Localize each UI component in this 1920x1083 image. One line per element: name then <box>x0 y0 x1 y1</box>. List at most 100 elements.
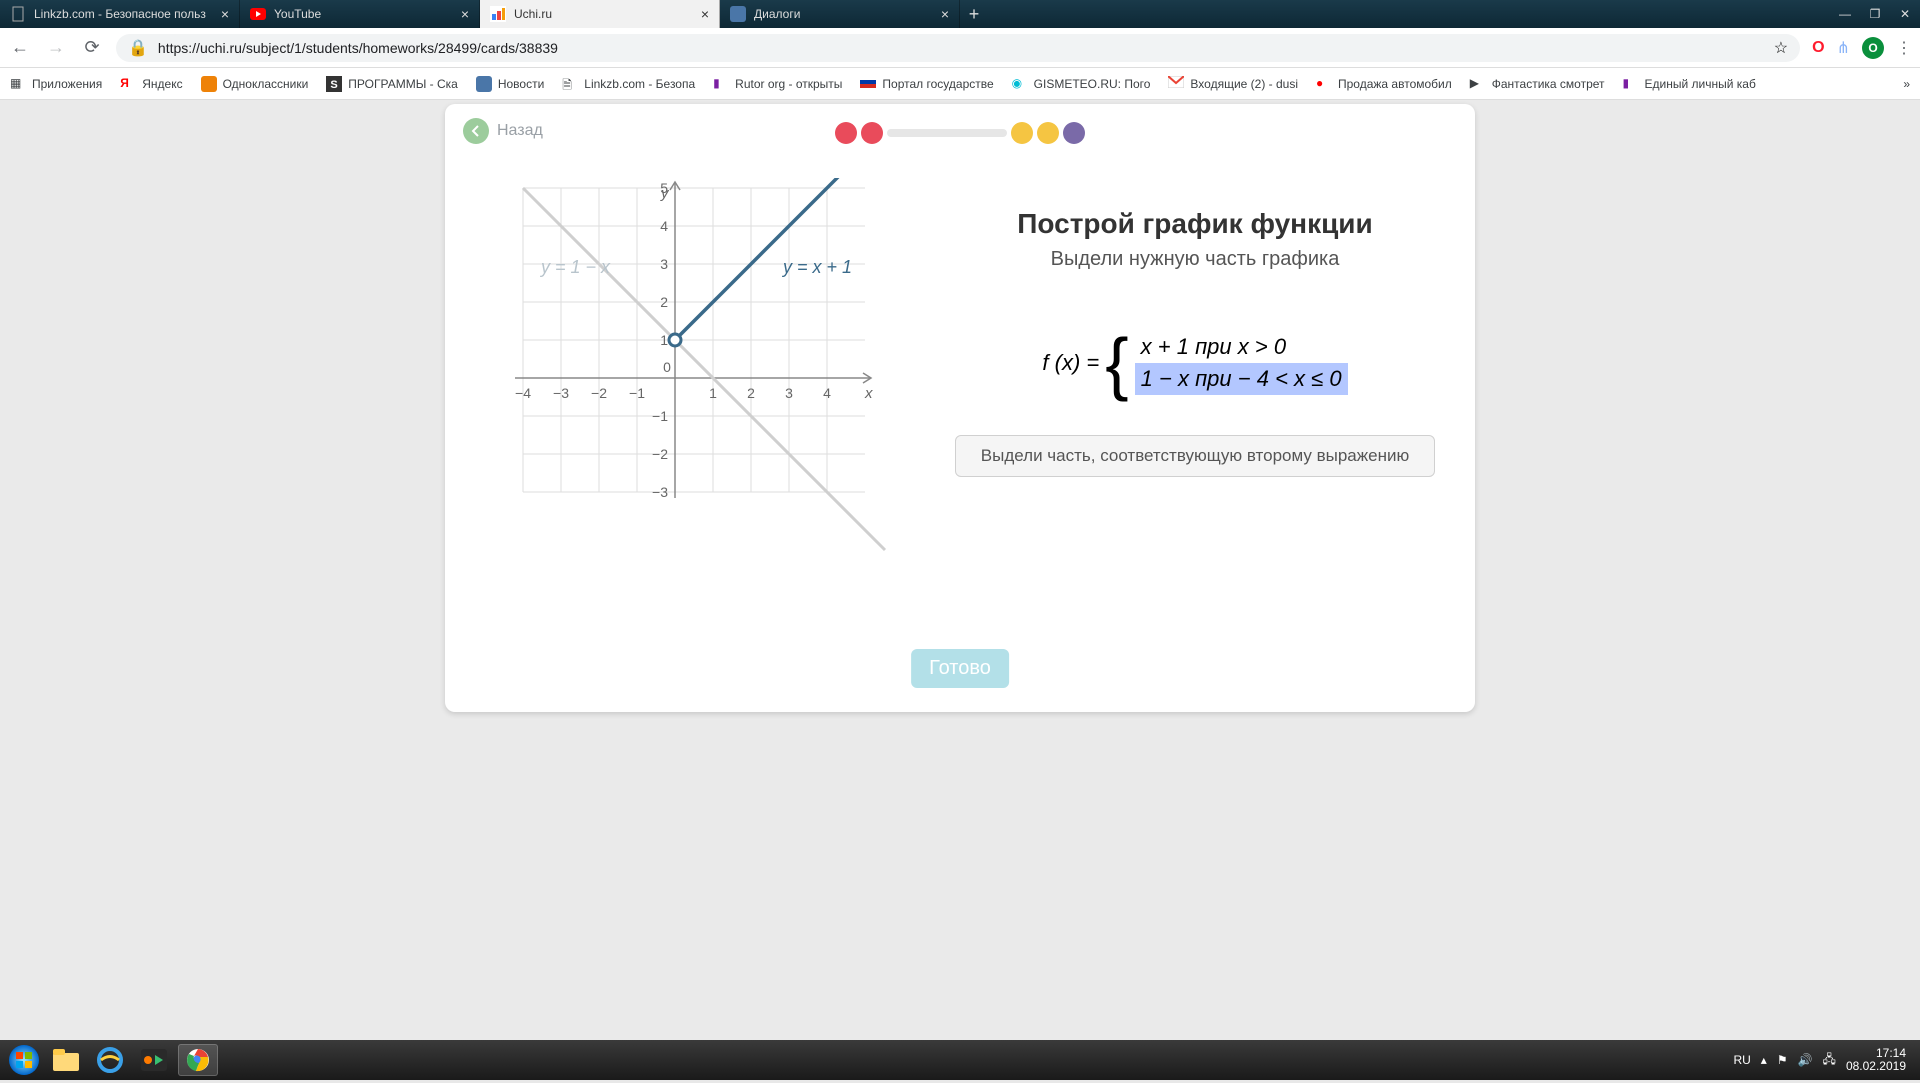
apps-icon: ▦ <box>10 76 26 92</box>
back-button[interactable]: Назад <box>463 118 543 144</box>
ru-flag-icon <box>860 76 876 92</box>
url-bar: ← → ⟳ 🔒 https://uchi.ru/subject/1/studen… <box>0 28 1920 68</box>
progress-dot-pending <box>1063 122 1085 144</box>
window-controls: — ❐ ✕ <box>1830 0 1920 28</box>
hint-message: Выдели часть, соответствующую второму вы… <box>955 435 1435 477</box>
address-bar[interactable]: 🔒 https://uchi.ru/subject/1/students/hom… <box>116 34 1800 62</box>
bookmark-gmail[interactable]: Входящие (2) - dusi <box>1168 76 1298 92</box>
s-icon: S <box>326 76 342 92</box>
svg-text:2: 2 <box>660 294 668 310</box>
fx-label: f (x) = <box>1042 350 1099 376</box>
bookmark-news[interactable]: Новости <box>476 76 544 92</box>
function-definition: f (x) = { x + 1 при x > 0 1 − x при − 4 … <box>955 331 1435 395</box>
gismeteo-icon: ◉ <box>1012 76 1028 92</box>
bookmark-linkzb[interactable]: 🗎Linkzb.com - Безопа <box>562 76 695 92</box>
taskbar-explorer[interactable] <box>46 1044 86 1076</box>
bookmark-gismeteo[interactable]: ◉GISMETEO.RU: Пого <box>1012 76 1151 92</box>
extension-icon[interactable]: ⋔ <box>1837 38 1850 58</box>
svg-text:S: S <box>331 79 338 91</box>
tray-clock[interactable]: 17:14 08.02.2019 <box>1846 1047 1906 1073</box>
bookmark-auto[interactable]: ●Продажа автомобил <box>1316 76 1452 92</box>
bookmark-gosportal[interactable]: Портал государстве <box>860 76 993 92</box>
tab-linkzb[interactable]: Linkzb.com - Безопасное польз × <box>0 0 240 28</box>
svg-text:1: 1 <box>709 385 717 401</box>
progress-dot-pending <box>1037 122 1059 144</box>
bookmark-apps[interactable]: ▦Приложения <box>10 76 102 92</box>
close-icon[interactable]: × <box>221 6 229 22</box>
taskbar-ie[interactable] <box>90 1044 130 1076</box>
svg-text:−2: −2 <box>591 385 607 401</box>
bookmark-fantasy[interactable]: ▶Фантастика смотрет <box>1470 76 1605 92</box>
case-1[interactable]: x + 1 при x > 0 <box>1135 331 1348 363</box>
bookmarks-bar: ▦Приложения ЯЯндекс Одноклассники SПРОГР… <box>0 68 1920 100</box>
lock-icon: 🔒 <box>128 38 148 58</box>
maximize-button[interactable]: ❐ <box>1860 0 1890 28</box>
svg-text:4: 4 <box>823 385 831 401</box>
tray-flag-icon[interactable]: ⚑ <box>1777 1053 1788 1067</box>
viewport: Назад <box>0 100 1920 1040</box>
tab-label: YouTube <box>274 7 321 21</box>
auto-icon: ● <box>1316 76 1332 92</box>
bookmark-yandex[interactable]: ЯЯндекс <box>120 76 182 92</box>
progress-indicator <box>835 122 1085 144</box>
done-button[interactable]: Готово <box>911 649 1009 688</box>
tray-network-icon[interactable]: 🖧 <box>1823 1050 1836 1071</box>
star-icon[interactable]: ☆ <box>1774 38 1788 58</box>
case-2-selected[interactable]: 1 − x при − 4 < x ≤ 0 <box>1135 363 1348 395</box>
bookmark-programs[interactable]: SПРОГРАММЫ - Ска <box>326 76 458 92</box>
page-icon <box>10 6 26 22</box>
tab-label: Диалоги <box>754 7 800 21</box>
opera-ext-icon[interactable]: O <box>1812 39 1824 57</box>
close-icon[interactable]: × <box>461 6 469 22</box>
minimize-button[interactable]: — <box>1830 0 1860 28</box>
reload-button[interactable]: ⟳ <box>80 37 104 58</box>
forward-nav-button[interactable]: → <box>44 37 68 58</box>
lk-icon: ▮ <box>1623 76 1639 92</box>
svg-text:4: 4 <box>660 218 668 234</box>
back-label: Назад <box>497 122 543 140</box>
progress-dot-pending <box>1011 122 1033 144</box>
svg-text:−3: −3 <box>652 484 668 500</box>
svg-text:2: 2 <box>747 385 755 401</box>
system-tray: RU ▴ ⚑ 🔊 🖧 17:14 08.02.2019 <box>1733 1047 1914 1073</box>
bookmark-lk[interactable]: ▮Единый личный каб <box>1623 76 1756 92</box>
tab-dialogs[interactable]: Диалоги × <box>720 0 960 28</box>
page-icon: 🗎 <box>562 76 578 92</box>
progress-segment <box>887 129 1007 137</box>
task-subtitle: Выдели нужную часть графика <box>955 248 1435 271</box>
taskbar-mediaplayer[interactable] <box>134 1044 174 1076</box>
svg-text:0: 0 <box>663 359 671 375</box>
back-nav-button[interactable]: ← <box>8 37 32 58</box>
bookmarks-overflow[interactable]: » <box>1903 77 1910 91</box>
svg-text:5: 5 <box>660 180 668 196</box>
tab-youtube[interactable]: YouTube × <box>240 0 480 28</box>
start-button[interactable] <box>6 1042 42 1078</box>
graph-canvas[interactable]: y = 1 − x y = x + 1 y x −4 −3 −2 −1 0 1 … <box>485 178 915 578</box>
bookmark-rutor[interactable]: ▮Rutor org - открыты <box>713 76 842 92</box>
tray-lang[interactable]: RU <box>1733 1053 1750 1067</box>
svg-text:−3: −3 <box>553 385 569 401</box>
close-icon[interactable]: × <box>701 6 709 22</box>
task-title: Построй график функции <box>955 208 1435 240</box>
menu-icon[interactable]: ⋮ <box>1896 38 1912 58</box>
tray-volume-icon[interactable]: 🔊 <box>1798 1053 1813 1067</box>
svg-text:−1: −1 <box>629 385 645 401</box>
youtube-icon <box>250 6 266 22</box>
close-window-button[interactable]: ✕ <box>1890 0 1920 28</box>
tray-caret-icon[interactable]: ▴ <box>1761 1053 1767 1067</box>
taskbar-chrome[interactable] <box>178 1044 218 1076</box>
progress-dot-done <box>861 122 883 144</box>
yandex-icon: Я <box>120 76 136 92</box>
progress-dot-done <box>835 122 857 144</box>
task-panel: Построй график функции Выдели нужную час… <box>955 178 1435 578</box>
gmail-icon <box>1168 76 1184 92</box>
close-icon[interactable]: × <box>941 6 949 22</box>
profile-avatar[interactable]: O <box>1862 37 1884 59</box>
svg-text:x: x <box>864 385 873 402</box>
bookmark-ok[interactable]: Одноклассники <box>201 76 309 92</box>
new-tab-button[interactable]: + <box>960 0 988 28</box>
chevron-left-icon <box>463 118 489 144</box>
tab-uchi[interactable]: Uchi.ru × <box>480 0 720 28</box>
svg-text:−1: −1 <box>652 408 668 424</box>
svg-text:3: 3 <box>660 256 668 272</box>
